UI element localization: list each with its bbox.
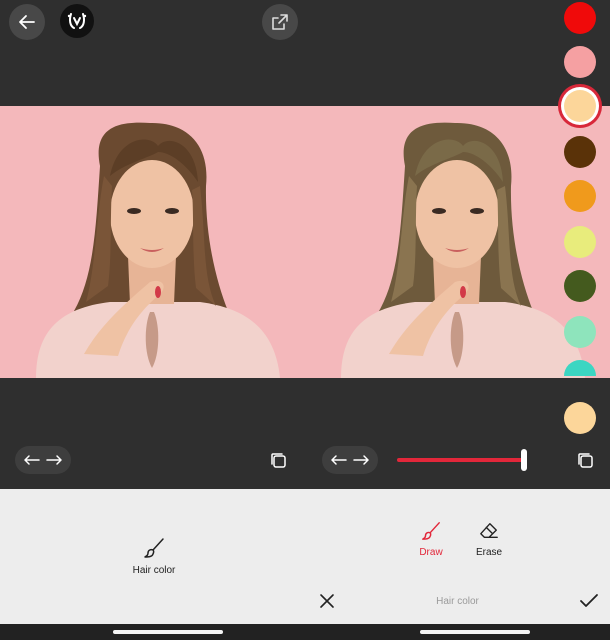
hair-color-tool[interactable]: Hair color (124, 537, 184, 576)
app-logo[interactable] (60, 4, 94, 38)
color-swatch[interactable] (564, 270, 596, 302)
tool-panel: Draw Erase Hair color (305, 489, 610, 629)
color-swatch[interactable] (564, 46, 596, 78)
home-indicator (420, 630, 530, 634)
draw-tool[interactable]: Draw (411, 521, 451, 558)
mode-title: Hair color (436, 596, 479, 607)
share-button[interactable] (262, 4, 298, 40)
checkmark-icon[interactable] (579, 593, 599, 609)
app-logo-icon (67, 13, 87, 29)
color-swatch[interactable] (564, 180, 596, 212)
color-swatch[interactable] (564, 136, 596, 168)
color-swatch[interactable] (564, 2, 596, 34)
original-panel: Hair color (0, 0, 305, 640)
layers-icon (271, 453, 286, 468)
back-button[interactable] (9, 4, 45, 40)
compare-button[interactable] (322, 446, 378, 474)
brush-icon (144, 538, 164, 558)
color-swatch[interactable] (564, 402, 596, 434)
draw-label: Draw (419, 547, 443, 558)
share-icon (272, 14, 288, 30)
arrows-left-right-icon (331, 455, 369, 465)
color-swatch[interactable] (564, 90, 596, 122)
erase-label: Erase (475, 547, 503, 558)
color-swatch[interactable] (564, 316, 596, 348)
home-indicator (113, 630, 223, 634)
portrait-image (0, 106, 305, 378)
erase-tool[interactable]: Erase (469, 521, 509, 558)
color-swatch[interactable] (564, 226, 596, 258)
color-swatch[interactable] (564, 360, 596, 376)
intensity-slider-track[interactable] (397, 458, 525, 462)
layers-button[interactable] (268, 450, 290, 472)
arrow-left-icon (19, 15, 35, 29)
original-photo (0, 106, 305, 378)
color-swatch-column (560, 0, 606, 440)
layers-icon (578, 453, 593, 468)
compare-button[interactable] (15, 446, 71, 474)
brush-icon (422, 522, 440, 540)
eraser-icon (480, 523, 498, 539)
hair-color-label: Hair color (132, 565, 176, 576)
arrows-left-right-icon (24, 455, 62, 465)
tool-panel: Hair color (0, 489, 305, 629)
layers-button[interactable] (575, 450, 597, 472)
intensity-slider-thumb[interactable] (521, 449, 527, 471)
